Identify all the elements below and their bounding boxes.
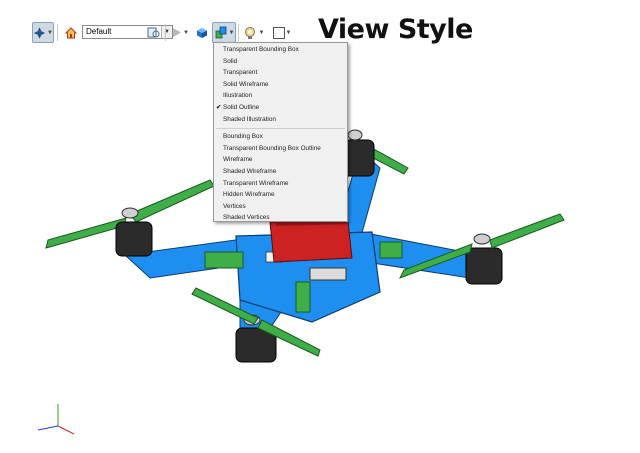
menu-item-label: Shaded Vertices: [223, 214, 270, 222]
menu-item-solid[interactable]: Solid: [214, 56, 347, 68]
menu-item-label: Illustration: [223, 92, 253, 100]
battery: [269, 218, 353, 263]
menu-item-label: Solid Wireframe: [223, 80, 269, 88]
menu-item-label: Shaded Illustration: [223, 115, 276, 123]
menu-item-label: Solid: [223, 57, 238, 65]
axis-triad-icon: [37, 404, 75, 435]
view-style-menu: Transparent Bounding Box Solid Transparent…: [213, 42, 348, 222]
menu-item-label: Bounding Box: [223, 133, 263, 141]
menu-item-label: Transparent Bounding Box Outline: [223, 144, 321, 152]
menu-item-label: Vertices: [223, 202, 246, 210]
menu-item-label: Wireframe: [223, 156, 253, 164]
menu-item-shaded-wireframe[interactable]: Shaded Wireframe: [214, 166, 347, 178]
menu-item-solid-wireframe[interactable]: Solid Wireframe: [214, 79, 347, 91]
menu-item-shaded-vertices[interactable]: Shaded Vertices: [214, 212, 347, 224]
checkmark-icon: ✔: [216, 103, 222, 111]
menu-item-bounding-box[interactable]: Bounding Box: [214, 131, 347, 143]
menu-item-transparent-wireframe[interactable]: Transparent Wireframe: [214, 178, 347, 190]
menu-item-label: Solid Outline: [223, 103, 260, 111]
menu-item-label: Shaded Wireframe: [223, 167, 277, 175]
menu-item-transparent[interactable]: Transparent: [214, 67, 347, 79]
menu-item-transparent-bounding-box[interactable]: Transparent Bounding Box: [214, 44, 347, 56]
menu-group-secondary: Bounding Box Transparent Bounding Box Out…: [214, 131, 347, 224]
menu-item-label: Transparent: [223, 69, 258, 77]
menu-group-primary: Transparent Bounding Box Solid Transparent…: [214, 44, 347, 125]
menu-separator: [216, 128, 345, 130]
menu-item-shaded-illustration[interactable]: Shaded Illustration: [214, 114, 347, 126]
menu-item-solid-outline[interactable]: ✔ Solid Outline: [214, 102, 347, 114]
menu-item-illustration[interactable]: Illustration: [214, 90, 347, 102]
menu-item-label: Hidden Wireframe: [223, 191, 275, 199]
menu-item-wireframe[interactable]: Wireframe: [214, 154, 347, 166]
menu-item-transparent-bounding-box-outline[interactable]: Transparent Bounding Box Outline: [214, 143, 347, 155]
menu-item-label: Transparent Wireframe: [223, 179, 289, 187]
menu-item-label: Transparent Bounding Box: [223, 46, 299, 53]
menu-item-hidden-wireframe[interactable]: Hidden Wireframe: [214, 189, 347, 201]
menu-item-vertices[interactable]: Vertices: [214, 201, 347, 213]
